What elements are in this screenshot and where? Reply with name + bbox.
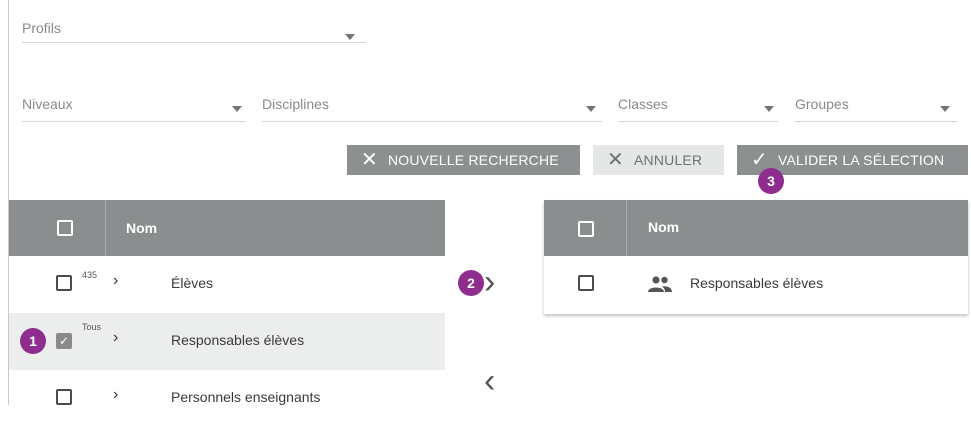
close-icon: ✕ bbox=[361, 149, 378, 171]
table-row[interactable]: ✓ Tous › Responsables élèves bbox=[9, 313, 445, 370]
chevron-down-icon bbox=[586, 106, 596, 112]
niveaux-label: Niveaux bbox=[22, 96, 73, 112]
new-search-button[interactable]: ✕ NOUVELLE RECHERCHE bbox=[347, 145, 580, 175]
move-right-arrow-icon[interactable]: › bbox=[484, 265, 495, 299]
row-checkbox[interactable] bbox=[578, 275, 594, 291]
close-icon: ✕ bbox=[607, 149, 624, 171]
right-table-header: Nom bbox=[544, 200, 968, 256]
profils-label: Profils bbox=[22, 20, 61, 36]
chevron-right-icon[interactable]: › bbox=[113, 329, 118, 347]
left-table-header: Nom bbox=[9, 200, 445, 256]
chevron-down-icon bbox=[232, 106, 242, 112]
name-column-header: Nom bbox=[126, 220, 158, 236]
table-row[interactable]: Responsables élèves bbox=[544, 256, 968, 314]
step-badge-1: 1 bbox=[20, 328, 46, 354]
chevron-down-icon bbox=[345, 34, 355, 40]
cancel-button[interactable]: ✕ ANNULER bbox=[593, 145, 724, 175]
classes-label: Classes bbox=[618, 96, 668, 112]
row-count: 435 bbox=[82, 270, 98, 280]
step-badge-2: 2 bbox=[458, 270, 484, 296]
groupes-underline bbox=[795, 121, 957, 122]
row-label: Élèves bbox=[171, 275, 214, 291]
header-divider bbox=[105, 200, 106, 256]
chevron-right-icon[interactable]: › bbox=[113, 272, 118, 290]
move-left-arrow-icon[interactable]: ‹ bbox=[484, 364, 495, 398]
select-all-checkbox[interactable] bbox=[57, 220, 73, 236]
new-search-label: NOUVELLE RECHERCHE bbox=[387, 152, 559, 168]
cancel-label: ANNULER bbox=[633, 152, 703, 168]
row-label: Responsables élèves bbox=[690, 275, 824, 291]
group-icon bbox=[648, 276, 672, 292]
groupes-label: Groupes bbox=[795, 96, 849, 112]
select-all-checkbox[interactable] bbox=[578, 221, 594, 237]
classes-underline bbox=[618, 121, 778, 122]
name-column-header: Nom bbox=[648, 219, 680, 235]
header-divider bbox=[626, 200, 627, 256]
niveaux-underline bbox=[22, 121, 246, 122]
chevron-right-icon[interactable]: › bbox=[113, 386, 118, 404]
row-checkbox[interactable] bbox=[56, 389, 72, 405]
chevron-down-icon bbox=[764, 106, 774, 112]
row-label: Responsables élèves bbox=[171, 332, 305, 348]
table-row[interactable]: › Personnels enseignants bbox=[9, 370, 445, 427]
row-count: Tous bbox=[82, 322, 102, 332]
disciplines-underline bbox=[262, 121, 602, 122]
row-checkbox[interactable]: ✓ bbox=[56, 333, 72, 349]
step-badge-3: 3 bbox=[758, 168, 784, 194]
row-checkbox[interactable] bbox=[56, 275, 72, 291]
disciplines-label: Disciplines bbox=[262, 96, 329, 112]
validate-selection-label: VALIDER LA SÉLECTION bbox=[777, 152, 945, 168]
selected-panel: Nom Responsables élèves bbox=[544, 200, 968, 314]
chevron-down-icon bbox=[940, 106, 950, 112]
table-row[interactable]: 435 › Élèves bbox=[9, 256, 445, 313]
row-label: Personnels enseignants bbox=[171, 389, 321, 405]
profils-underline bbox=[22, 42, 366, 43]
check-icon: ✓ bbox=[751, 149, 768, 171]
